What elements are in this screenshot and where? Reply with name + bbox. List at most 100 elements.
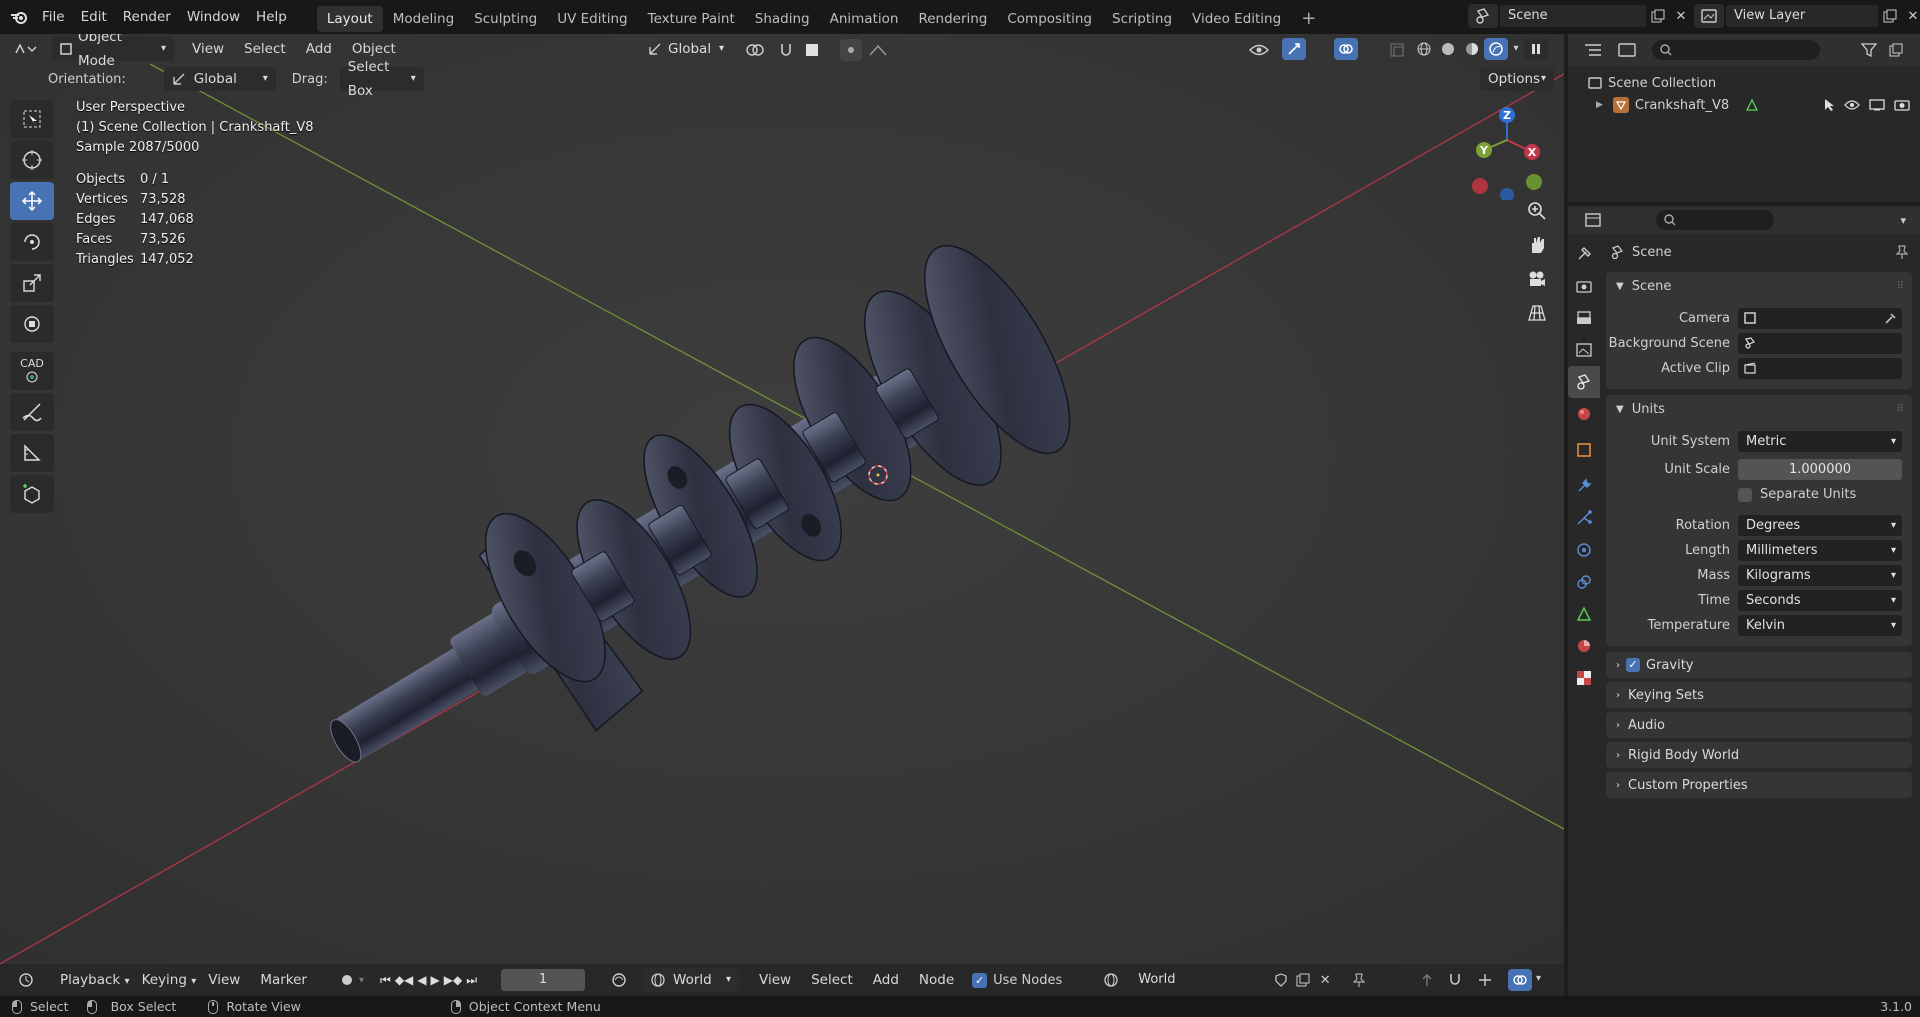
marker-menu[interactable]: Marker — [254, 968, 313, 992]
rigid-body-world-panel-header[interactable]: › Rigid Body World — [1606, 742, 1912, 768]
record-icon[interactable] — [335, 969, 359, 991]
keying-menu[interactable]: Keying ▾ — [136, 968, 203, 992]
drag-handle-icon[interactable]: ⠿ — [1897, 404, 1904, 415]
chevron-down-icon[interactable]: ▾ — [1536, 973, 1541, 984]
pin-icon[interactable] — [1896, 245, 1908, 259]
units-panel-header[interactable]: ▼ Units ⠿ — [1606, 395, 1912, 423]
tab-compositing[interactable]: Compositing — [997, 6, 1102, 32]
add-workspace-button[interactable]: + — [1291, 6, 1326, 32]
unit-system-dropdown[interactable]: Metric ▾ — [1738, 431, 1902, 452]
new-view-layer-icon[interactable] — [1878, 5, 1902, 27]
gravity-panel-header[interactable]: › ✓ Gravity — [1606, 652, 1912, 678]
chevron-down-icon[interactable]: ▾ — [359, 975, 364, 986]
world-name-field[interactable]: World — [1130, 969, 1271, 991]
rotation-dropdown[interactable]: Degrees ▾ — [1738, 515, 1902, 536]
timeline-view-menu[interactable]: View — [202, 968, 246, 992]
prev-keyframe-icon[interactable]: ◆◀ — [395, 973, 413, 987]
use-nodes-toggle[interactable]: ✓ Use Nodes — [972, 972, 1062, 988]
options-dropdown[interactable]: Options ▾ — [1480, 67, 1554, 91]
eye-icon[interactable] — [1844, 99, 1860, 111]
proportional-edit-icon[interactable] — [840, 39, 862, 61]
parent-node-tree-icon[interactable] — [1416, 969, 1438, 991]
physics-tab-icon[interactable] — [1568, 534, 1600, 566]
menu-edit[interactable]: Edit — [73, 0, 115, 34]
wireframe-shading-icon[interactable] — [1412, 38, 1436, 60]
outliner-editor-icon[interactable] — [1576, 39, 1610, 61]
audio-panel-header[interactable]: › Audio — [1606, 712, 1912, 738]
drag-handle-icon[interactable]: ⠿ — [1897, 281, 1904, 292]
object-tab-icon[interactable] — [1568, 430, 1600, 470]
view-layer-tab-icon[interactable] — [1568, 334, 1600, 366]
node-snap-target-icon[interactable] — [1470, 969, 1500, 991]
playback-menu[interactable]: Playback ▾ — [54, 968, 136, 992]
gravity-checkbox[interactable]: ✓ — [1626, 658, 1640, 672]
new-scene-icon[interactable] — [1646, 5, 1670, 27]
world-browse-icon[interactable] — [1096, 969, 1126, 991]
mode-dropdown[interactable]: Object Mode ▾ — [52, 34, 174, 69]
length-dropdown[interactable]: Millimeters ▾ — [1738, 540, 1902, 561]
camera-view-icon[interactable] — [1522, 264, 1552, 294]
background-scene-field[interactable] — [1738, 333, 1902, 354]
scene-icon[interactable] — [1468, 4, 1498, 28]
add-cube-tool[interactable] — [10, 475, 54, 513]
measure-tool[interactable] — [10, 434, 54, 472]
blender-logo-icon[interactable] — [10, 9, 28, 25]
editor-type-button[interactable] — [8, 37, 44, 61]
snap-target-icon[interactable] — [800, 40, 824, 60]
jump-end-icon[interactable]: ⏭ — [466, 973, 477, 988]
menu-render[interactable]: Render — [115, 0, 179, 34]
node-menu[interactable]: Node — [913, 968, 960, 992]
select-toggle-icon[interactable] — [1823, 98, 1835, 112]
eyedropper-icon[interactable] — [1884, 311, 1896, 325]
gizmo-toggle-icon[interactable] — [1282, 38, 1306, 60]
pivot-point-icon[interactable] — [740, 40, 770, 60]
transform-orientation-dropdown[interactable]: Global ▾ — [640, 37, 732, 61]
move-tool[interactable] — [10, 182, 54, 220]
view-layer-icon[interactable] — [1694, 4, 1724, 28]
display-mode-icon[interactable] — [1610, 39, 1644, 61]
keying-sets-panel-header[interactable]: › Keying Sets — [1606, 682, 1912, 708]
select-box-tool[interactable] — [10, 100, 54, 138]
overlays-toggle-icon[interactable] — [1334, 38, 1358, 60]
mass-dropdown[interactable]: Kilograms ▾ — [1738, 565, 1902, 586]
time-dropdown[interactable]: Seconds ▾ — [1738, 590, 1902, 611]
tab-shading[interactable]: Shading — [745, 6, 820, 32]
current-frame-field[interactable]: 1 — [501, 969, 586, 991]
duplicate-world-icon[interactable] — [1292, 969, 1314, 991]
view-layer-field[interactable]: View Layer — [1726, 5, 1878, 27]
node-snap-icon[interactable] — [1444, 969, 1466, 991]
temperature-dropdown[interactable]: Kelvin ▾ — [1738, 615, 1902, 636]
play-reverse-icon[interactable]: ◀ — [417, 973, 426, 987]
particles-tab-icon[interactable] — [1568, 502, 1600, 534]
menu-window[interactable]: Window — [179, 0, 248, 34]
data-tab-icon[interactable] — [1568, 598, 1600, 630]
scale-tool[interactable] — [10, 264, 54, 302]
menu-add[interactable]: Add — [300, 37, 338, 61]
shader-type-dropdown[interactable]: World ▾ — [643, 968, 740, 992]
separate-units-checkbox[interactable] — [1738, 487, 1752, 502]
outliner-item-row[interactable]: ▶ Crankshaft_V8 — [1568, 94, 1920, 116]
modifier-tab-icon[interactable] — [1568, 470, 1600, 502]
menu-select[interactable]: Select — [238, 37, 292, 61]
tab-scripting[interactable]: Scripting — [1102, 6, 1182, 32]
custom-properties-panel-header[interactable]: › Custom Properties — [1606, 772, 1912, 798]
tool-tab-icon[interactable] — [1568, 238, 1600, 270]
unit-scale-field[interactable]: 1.000000 — [1738, 459, 1902, 480]
rotate-tool[interactable] — [10, 223, 54, 261]
shader-editor-icon[interactable] — [605, 969, 637, 991]
menu-help[interactable]: Help — [248, 0, 295, 34]
menu-file[interactable]: File — [34, 0, 73, 34]
next-keyframe-icon[interactable]: ▶◆ — [444, 973, 462, 987]
remove-view-layer-icon[interactable]: ✕ — [1902, 5, 1920, 27]
material-shading-icon[interactable] — [1460, 38, 1484, 60]
properties-search-input[interactable] — [1656, 210, 1774, 230]
texture-tab-icon[interactable] — [1568, 662, 1600, 694]
fake-user-shield-icon[interactable] — [1270, 969, 1292, 991]
tab-animation[interactable]: Animation — [820, 6, 909, 32]
cad-tool[interactable]: CAD — [10, 352, 54, 390]
material-tab-icon[interactable] — [1568, 630, 1600, 662]
camera-field[interactable] — [1738, 308, 1902, 329]
zoom-icon[interactable] — [1522, 196, 1552, 226]
play-icon[interactable]: ▶ — [431, 973, 440, 987]
tab-layout[interactable]: Layout — [316, 6, 383, 32]
